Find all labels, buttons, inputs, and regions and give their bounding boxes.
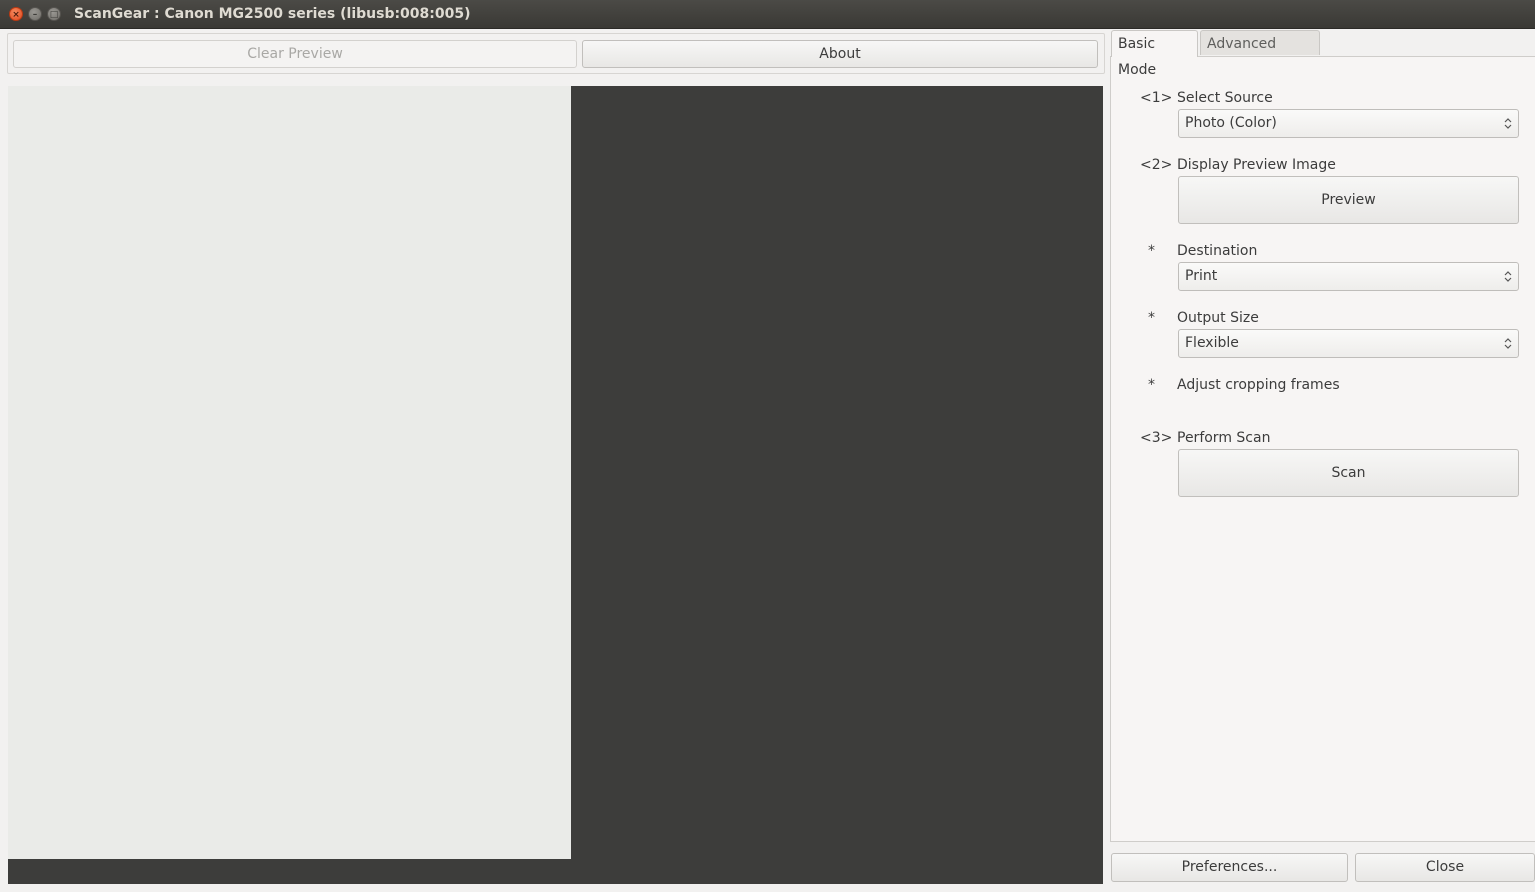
output-size-combo[interactable]: Flexible	[1178, 329, 1519, 358]
about-button[interactable]: About	[582, 40, 1098, 68]
destination-combo[interactable]: Print	[1178, 262, 1519, 291]
output-size-label: Output Size	[1177, 310, 1259, 326]
combo-arrows-icon	[1504, 337, 1512, 350]
step-marker-adjust-cropping: *	[1148, 377, 1155, 393]
tab-advanced-mode[interactable]: Advanced Mode	[1200, 30, 1320, 78]
select-source-combo[interactable]: Photo (Color)	[1178, 109, 1519, 138]
step-marker-perform-scan: <3>	[1140, 430, 1173, 446]
tab-basic-mode[interactable]: Basic Mode	[1111, 30, 1198, 78]
select-source-label: Select Source	[1177, 90, 1273, 106]
window-title: ScanGear : Canon MG2500 series (libusb:0…	[74, 6, 471, 22]
title-bar: × – □ ScanGear : Canon MG2500 series (li…	[0, 0, 1535, 29]
window-minimize-icon[interactable]: –	[28, 7, 42, 21]
step-marker-select-source: <1>	[1140, 90, 1173, 106]
display-preview-label: Display Preview Image	[1177, 157, 1336, 173]
combo-arrows-icon	[1504, 270, 1512, 283]
adjust-cropping-label: Adjust cropping frames	[1177, 377, 1340, 393]
window-maximize-icon[interactable]: □	[47, 7, 61, 21]
select-source-value: Photo (Color)	[1185, 115, 1277, 131]
preview-button[interactable]: Preview	[1178, 176, 1519, 224]
destination-value: Print	[1185, 268, 1218, 284]
destination-label: Destination	[1177, 243, 1258, 259]
combo-arrows-icon	[1504, 117, 1512, 130]
window-close-icon[interactable]: ×	[9, 7, 23, 21]
step-marker-destination: *	[1148, 243, 1155, 259]
preferences-button[interactable]: Preferences...	[1111, 853, 1348, 882]
scan-button[interactable]: Scan	[1178, 449, 1519, 497]
perform-scan-label: Perform Scan	[1177, 430, 1271, 446]
clear-preview-button[interactable]: Clear Preview	[13, 40, 577, 68]
preview-page[interactable]	[8, 86, 571, 859]
output-size-value: Flexible	[1185, 335, 1239, 351]
close-button[interactable]: Close	[1355, 853, 1535, 882]
preview-area[interactable]	[8, 86, 1103, 884]
step-marker-display-preview: <2>	[1140, 157, 1173, 173]
step-marker-output-size: *	[1148, 310, 1155, 326]
